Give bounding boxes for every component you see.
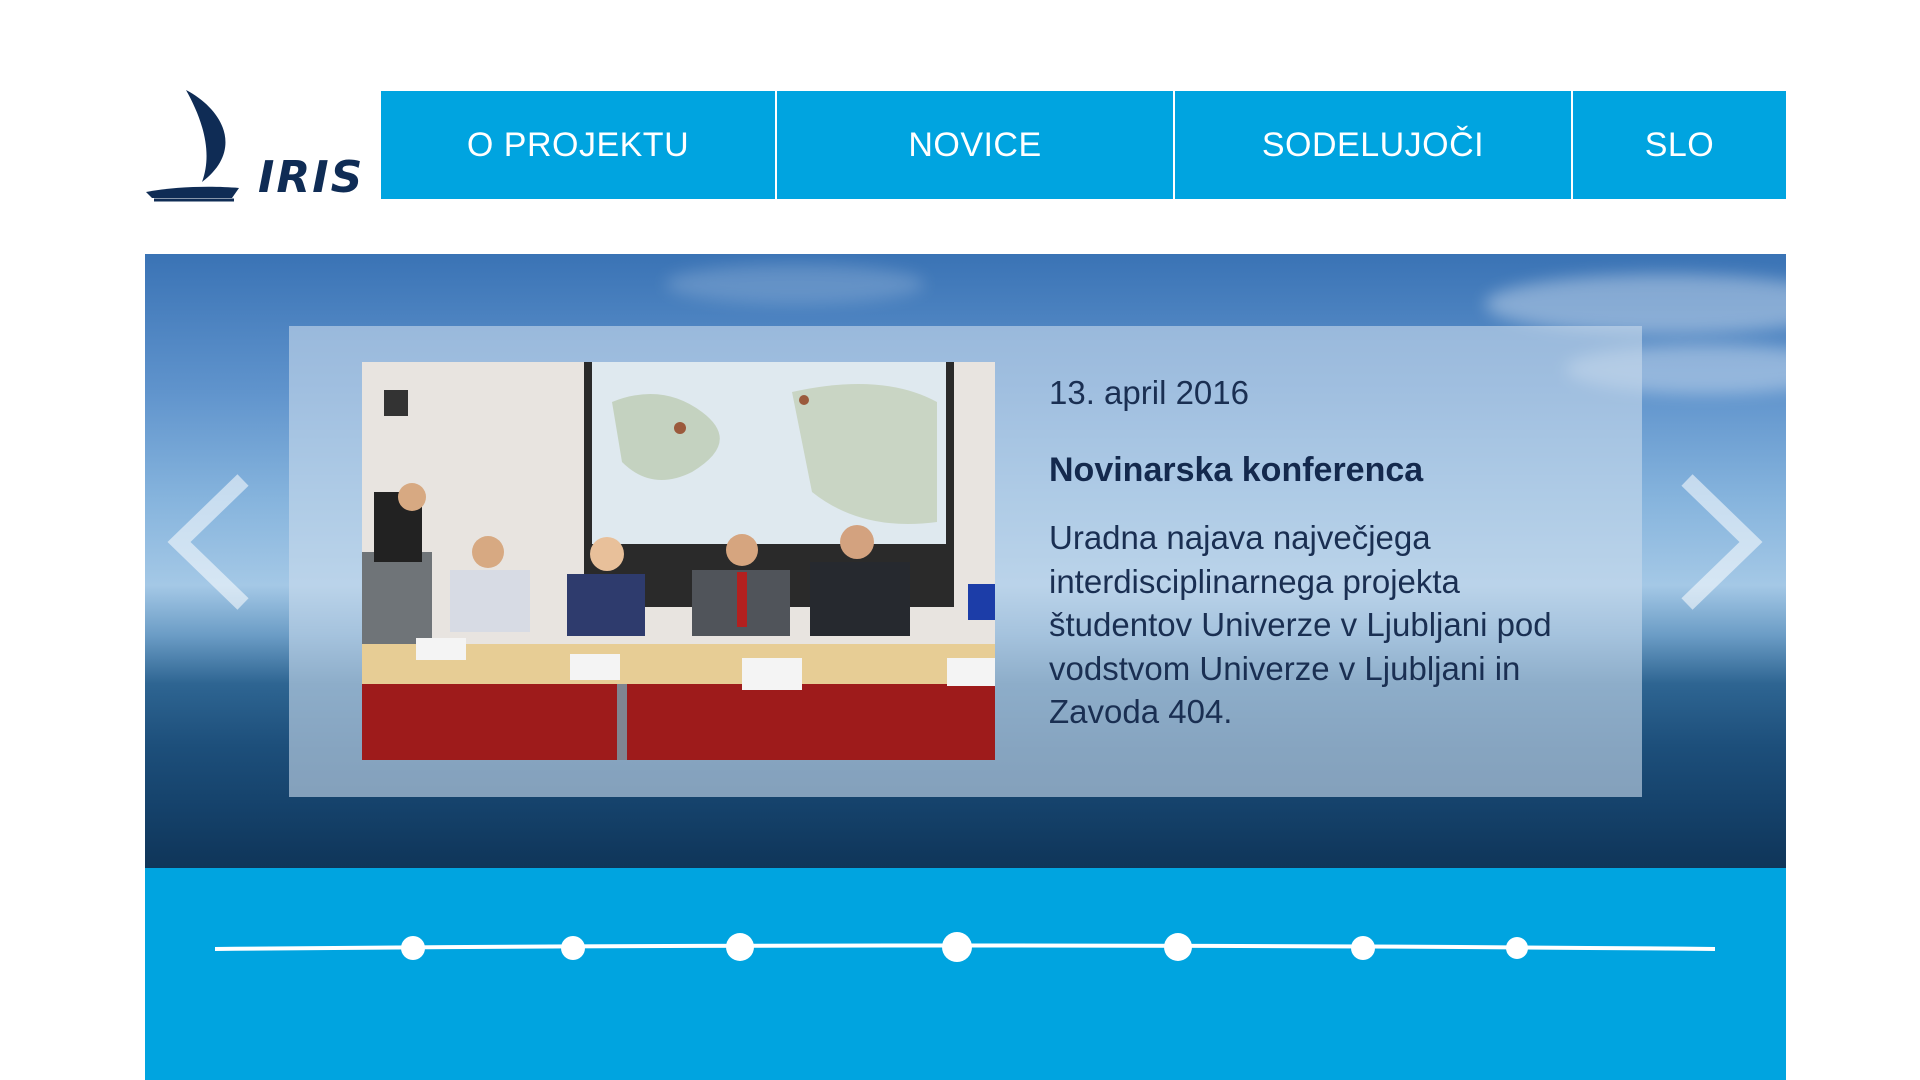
nav-item-sodelujoci[interactable]: SODELUJOČI bbox=[1175, 91, 1573, 199]
nav-item-language[interactable]: SLO bbox=[1573, 91, 1786, 199]
chevron-left-icon[interactable] bbox=[163, 472, 253, 612]
slide-date: 13. april 2016 bbox=[1049, 374, 1249, 411]
hero-slider: 13. april 2016 Novinarska konferenca Ura… bbox=[145, 254, 1786, 868]
slide-photo bbox=[362, 362, 995, 760]
brand-logo[interactable]: IRIS bbox=[144, 90, 365, 203]
timeline-band bbox=[145, 868, 1786, 1080]
brand-name: IRIS bbox=[258, 152, 365, 203]
timeline-point[interactable] bbox=[401, 936, 425, 960]
nav-item-o-projektu[interactable]: O PROJEKTU bbox=[381, 91, 777, 199]
slide-text: Uradna najava največjega interdisciplina… bbox=[1049, 519, 1552, 730]
slide-title[interactable]: Novinarska konferenca bbox=[1049, 451, 1423, 490]
main-nav: O PROJEKTU NOVICE SODELUJOČI SLO bbox=[381, 91, 1786, 199]
timeline-point[interactable] bbox=[942, 932, 972, 962]
sky-cloud bbox=[1485, 274, 1786, 334]
sky-cloud bbox=[665, 264, 925, 304]
slide-card: 13. april 2016 Novinarska konferenca Ura… bbox=[289, 326, 1642, 797]
nav-item-novice[interactable]: NOVICE bbox=[777, 91, 1175, 199]
sail-boat-icon bbox=[146, 90, 239, 202]
timeline-point[interactable] bbox=[1164, 933, 1192, 961]
timeline bbox=[215, 932, 1715, 962]
chevron-right-icon[interactable] bbox=[1677, 472, 1767, 612]
timeline-point[interactable] bbox=[726, 933, 754, 961]
timeline-point[interactable] bbox=[1351, 936, 1375, 960]
timeline-point[interactable] bbox=[561, 936, 585, 960]
timeline-point[interactable] bbox=[1506, 937, 1528, 959]
